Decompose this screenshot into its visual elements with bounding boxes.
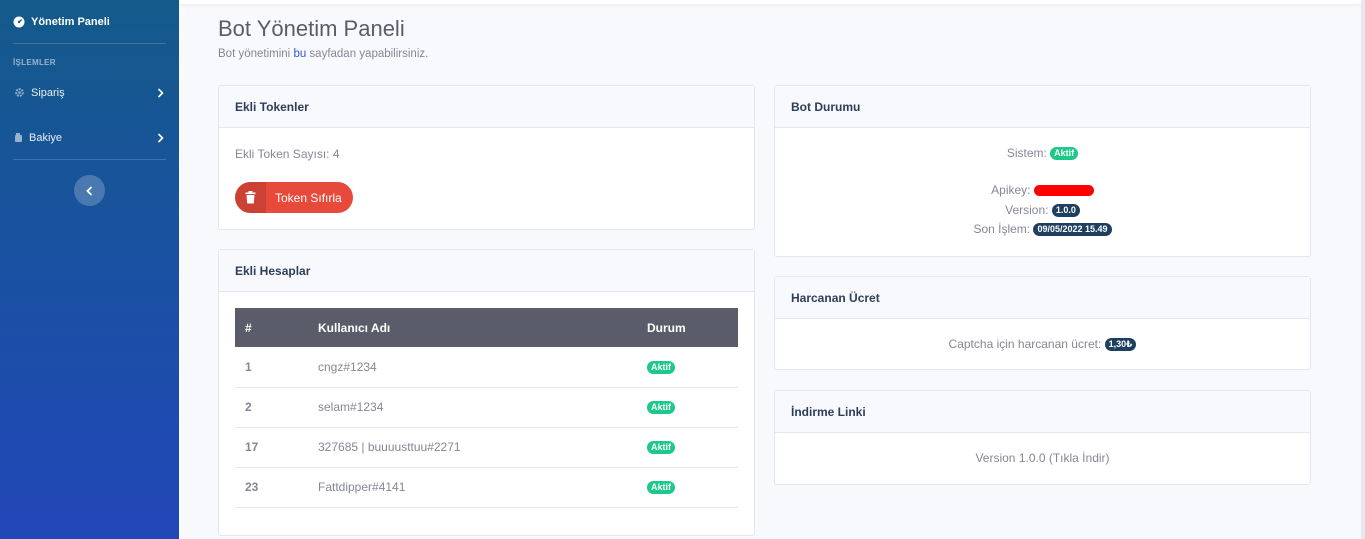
card-title: Bot Durumu	[775, 86, 1310, 128]
row-id: 17	[235, 427, 308, 468]
row-status-cell: Aktif	[637, 387, 738, 428]
card-title: Ekli Tokenler	[219, 86, 754, 128]
apikey-redacted	[1033, 185, 1094, 197]
table-row: 2 selam#1234 Aktif	[235, 387, 738, 428]
row-user: cngz#1234	[308, 347, 637, 388]
table-row: 1 cngz#1234 Aktif	[235, 347, 738, 388]
row-id: 1	[235, 347, 308, 388]
chevron-left-icon	[86, 185, 93, 196]
card-title: Ekli Hesaplar	[219, 250, 754, 292]
sidebar-item-label: Sipariş	[31, 86, 65, 99]
accounts-table: # Kullanıcı Adı Durum 1 cngz#1234 Aktif …	[235, 308, 738, 508]
table-row: 17 327685 | buuuusttuu#2271 Aktif	[235, 427, 738, 468]
row-status-cell: Aktif	[637, 347, 738, 388]
table-header-row: # Kullanıcı Adı Durum	[235, 308, 738, 347]
system-status-line: Sistem: Aktif	[775, 146, 1310, 161]
version-line: Version: 1.0.0	[775, 203, 1310, 218]
sidebar-divider	[13, 159, 166, 160]
last-action-label: Son İşlem:	[973, 222, 1031, 236]
column-header: Kullanıcı Adı	[318, 320, 391, 335]
sidebar-brand-label: Yönetim Paneli	[31, 15, 110, 28]
download-card: İndirme Linki Version 1.0.0 (Tıkla İndir…	[774, 390, 1311, 485]
last-action-line: Son İşlem: 09/05/2022 15.49	[775, 222, 1310, 237]
page-subtitle: Bot yönetimini bu sayfadan yapabilirsini…	[218, 48, 428, 60]
row-id: 23	[235, 467, 308, 508]
sidebar-item-siparis[interactable]: Sipariş	[0, 70, 179, 115]
reset-token-button[interactable]: Token Sıfırla	[235, 182, 353, 213]
scrollbar[interactable]	[1361, 0, 1365, 539]
topbar	[179, 0, 1361, 4]
reset-token-label: Token Sıfırla	[275, 190, 342, 205]
card-title: İndirme Linki	[775, 391, 1310, 433]
table-row: 23 Fattdipper#4141 Aktif	[235, 467, 738, 508]
bot-status-card: Bot Durumu Sistem: Aktif Apikey: Version…	[774, 85, 1311, 257]
sidebar-brand[interactable]: Yönetim Paneli	[0, 0, 179, 43]
status-badge: Aktif	[647, 481, 675, 495]
apikey-line: Apikey:	[775, 183, 1310, 197]
column-header: #	[245, 320, 252, 335]
status-badge: Aktif	[647, 401, 675, 415]
page-title: Bot Yönetim Paneli	[218, 16, 405, 41]
last-action-badge: 09/05/2022 15.49	[1033, 223, 1112, 237]
sidebar-toggle-button[interactable]	[74, 175, 105, 206]
sidebar-item-bakiye[interactable]: Bakiye	[0, 115, 179, 160]
sidebar-item-label: Bakiye	[29, 131, 63, 144]
download-line: Version 1.0.0 (Tıkla İndir)	[775, 451, 1310, 465]
gear-icon	[14, 87, 25, 98]
token-count: Ekli Token Sayısı: 4	[235, 147, 340, 161]
download-text: Version 1.0.0 (	[975, 451, 1053, 465]
row-user: 327685 | buuuusttuu#2271	[308, 427, 637, 468]
row-id: 2	[235, 387, 308, 428]
row-user: Fattdipper#4141	[308, 467, 637, 508]
row-status-cell: Aktif	[637, 467, 738, 508]
cost-label: Captcha için harcanan ücret:	[948, 337, 1102, 351]
cost-line: Captcha için harcanan ücret: 1,30₺	[775, 337, 1310, 352]
accounts-table-wrap: # Kullanıcı Adı Durum 1 cngz#1234 Aktif …	[235, 308, 738, 508]
cost-badge: 1,30₺	[1104, 338, 1137, 352]
system-label: Sistem:	[1006, 146, 1047, 160]
version-label: Version:	[1005, 203, 1049, 217]
card-title: Harcanan Ücret	[775, 277, 1310, 319]
row-user: selam#1234	[308, 387, 637, 428]
column-header: Durum	[647, 320, 686, 335]
accounts-card: Ekli Hesaplar # Kullanıcı Adı Durum 1 cn…	[218, 249, 755, 536]
subtitle-text: sayfadan yapabilirsiniz.	[306, 48, 429, 60]
tokens-card: Ekli Tokenler Ekli Token Sayısı: 4 Token…	[218, 85, 755, 230]
download-link[interactable]: Tıkla İndir	[1053, 451, 1106, 465]
subtitle-text: Bot yönetimini	[218, 48, 294, 60]
status-badge: Aktif	[647, 360, 675, 374]
subtitle-link[interactable]: bu	[293, 48, 306, 60]
sidebar-heading: İŞLEMLER	[13, 58, 56, 67]
chevron-right-icon	[157, 132, 164, 143]
status-badge: Aktif	[647, 441, 675, 455]
wallet-icon	[14, 132, 23, 143]
cost-card: Harcanan Ücret Captcha için harcanan ücr…	[774, 276, 1311, 370]
sidebar: Yönetim Paneli İŞLEMLER Sipariş Bakiye	[0, 0, 179, 539]
chevron-right-icon	[157, 87, 164, 98]
tachometer-icon	[13, 16, 25, 28]
download-text: )	[1105, 451, 1110, 465]
system-status-badge: Aktif	[1050, 147, 1079, 161]
row-status-cell: Aktif	[637, 427, 738, 468]
apikey-label: Apikey:	[991, 183, 1031, 197]
trash-icon	[235, 182, 266, 213]
version-badge: 1.0.0	[1051, 204, 1080, 218]
